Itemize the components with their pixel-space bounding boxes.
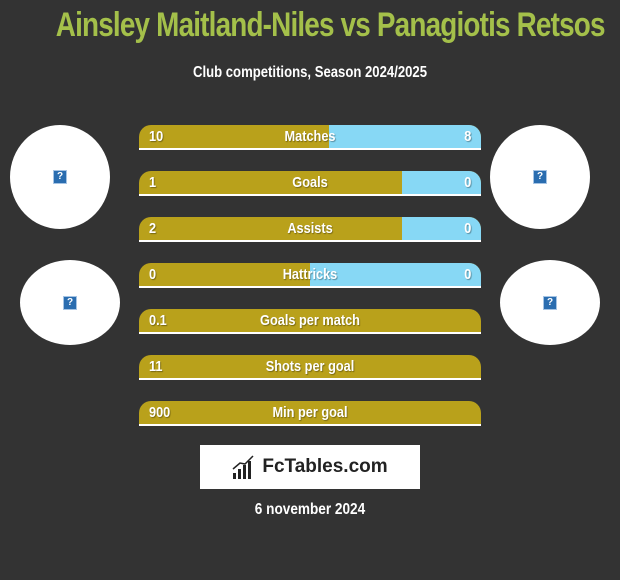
stat-row-shots-per-goal: 11 Shots per goal bbox=[139, 355, 481, 380]
right-value: 0 bbox=[463, 220, 471, 237]
right-club-logo: ? bbox=[500, 260, 600, 345]
right-player-avatar: ? bbox=[490, 125, 590, 229]
left-value: 2 bbox=[149, 220, 157, 237]
image-placeholder-icon: ? bbox=[543, 295, 557, 310]
right-value: 8 bbox=[463, 128, 471, 145]
stat-label: Goals bbox=[292, 174, 328, 191]
logo-text: FcTables.com bbox=[262, 456, 388, 477]
stat-row-assists: 2 Assists 0 bbox=[139, 217, 481, 242]
left-value: 11 bbox=[149, 358, 163, 375]
stat-row-goals-per-match: 0.1 Goals per match bbox=[139, 309, 481, 334]
stat-row-matches: 10 Matches 8 bbox=[139, 125, 481, 150]
stat-row-goals: 1 Goals 0 bbox=[139, 171, 481, 196]
stat-row-hattricks: 0 Hattricks 0 bbox=[139, 263, 481, 288]
fctables-logo[interactable]: FcTables.com bbox=[200, 445, 420, 489]
image-placeholder-icon: ? bbox=[533, 170, 547, 184]
stat-label: Assists bbox=[287, 220, 333, 237]
left-value: 10 bbox=[149, 128, 164, 145]
left-club-logo: ? bbox=[20, 260, 120, 345]
left-value: 0 bbox=[149, 266, 157, 283]
image-placeholder-icon: ? bbox=[53, 170, 67, 184]
left-player-avatar: ? bbox=[10, 125, 110, 229]
date-label: 6 november 2024 bbox=[254, 501, 366, 518]
competition-subtitle: Club competitions, Season 2024/2025 bbox=[192, 64, 428, 81]
page-title: Ainsley Maitland-Niles vs Panagiotis Ret… bbox=[55, 6, 606, 44]
left-value: 1 bbox=[149, 174, 157, 191]
stat-label: Goals per match bbox=[260, 312, 360, 329]
bar-chart-icon bbox=[232, 455, 254, 479]
right-value: 0 bbox=[463, 266, 471, 283]
right-value: 0 bbox=[463, 174, 471, 191]
stat-label: Matches bbox=[284, 128, 336, 145]
image-placeholder-icon: ? bbox=[63, 295, 77, 310]
stat-label: Shots per goal bbox=[265, 358, 355, 375]
stat-row-min-per-goal: 900 Min per goal bbox=[139, 401, 481, 426]
stat-label: Hattricks bbox=[282, 266, 338, 283]
stat-label: Min per goal bbox=[272, 404, 348, 421]
